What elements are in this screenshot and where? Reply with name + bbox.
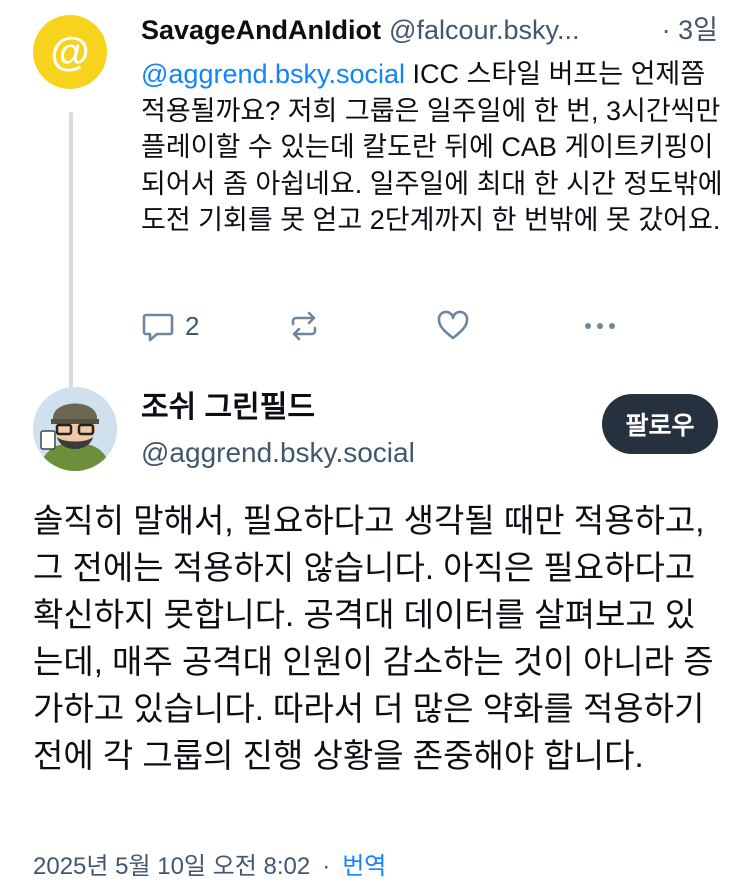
author-display-name[interactable]: 조쉬 그린필드 (141, 388, 315, 428)
more-dots-icon (585, 323, 615, 329)
author-avatar-image (33, 387, 117, 471)
reply-header: SavageAndAnIdiot @falcour.bsky... (141, 12, 731, 48)
reply-avatar[interactable]: @ (33, 15, 107, 89)
post-text: 솔직히 말해서, 필요하다고 생각될 때만 적용하고, 그 전에는 적용하지 않… (33, 502, 714, 774)
more-options-button[interactable] (582, 306, 618, 346)
reply-actions: 2 (141, 306, 621, 346)
like-button[interactable] (436, 306, 470, 346)
reply-action-button[interactable]: 2 (141, 306, 199, 346)
reply-count: 2 (185, 310, 200, 341)
reply-handle[interactable]: @falcour.bsky... (389, 15, 579, 45)
reply-text: @aggrend.bsky.social ICC 스타일 버프는 언제쯤 적용될… (141, 56, 726, 239)
repost-button[interactable] (287, 306, 321, 346)
repost-icon (291, 311, 317, 341)
reply-display-name[interactable]: SavageAndAnIdiot (141, 15, 381, 45)
at-sign-icon: @ (50, 29, 90, 74)
follow-button[interactable]: 팔로우 (602, 394, 718, 454)
heart-icon (437, 310, 469, 340)
thread-connector-line (69, 112, 73, 394)
post-timestamp[interactable]: 2025년 5월 10일 오전 8:02 (33, 853, 310, 880)
meta-separator: · (322, 853, 331, 880)
author-avatar[interactable] (33, 387, 117, 471)
reply-time: · 3일 (655, 12, 718, 48)
post-meta: 2025년 5월 10일 오전 8:02 · 번역 (33, 851, 386, 883)
reply-mention-link[interactable]: @aggrend.bsky.social (141, 59, 405, 89)
comment-icon (142, 313, 174, 342)
author-handle[interactable]: @aggrend.bsky.social (141, 434, 415, 472)
translate-link[interactable]: 번역 (342, 853, 386, 880)
